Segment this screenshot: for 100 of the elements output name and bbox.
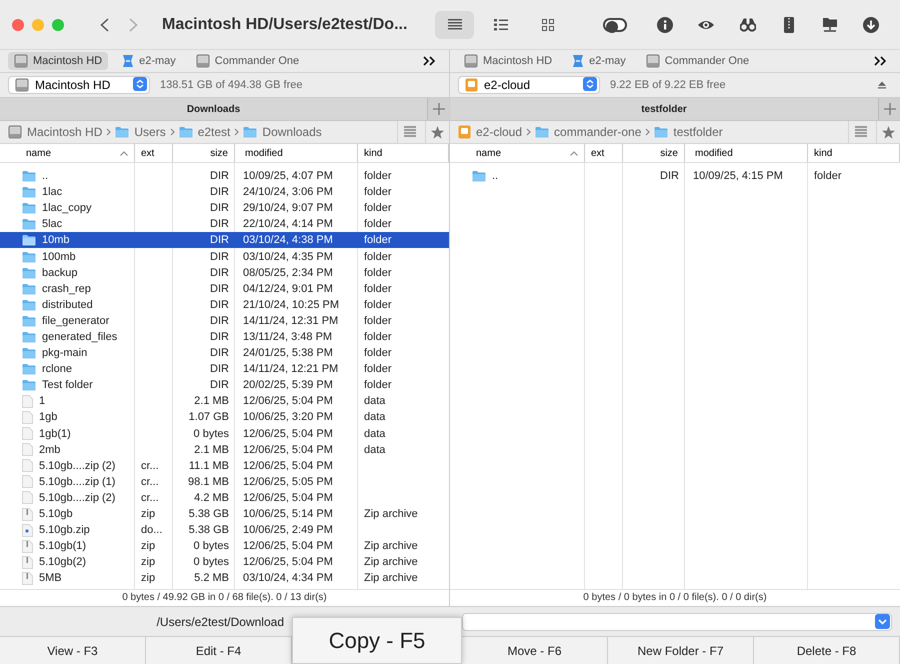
file-row[interactable]: 1 2.1 MB 12/06/25, 5:04 PM data — [0, 393, 449, 410]
chevron-icon — [106, 128, 112, 136]
function-key-button[interactable]: Move - F6 — [462, 637, 608, 664]
file-row[interactable]: 5.10gb zip 5.38 GB 10/06/25, 5:14 PM Zip archive — [0, 506, 449, 522]
file-size: DIR — [210, 330, 229, 343]
toggle-switch[interactable] — [603, 18, 627, 32]
drive-tab[interactable]: Commander One — [190, 52, 306, 70]
close-button[interactable] — [12, 18, 24, 30]
file-size: DIR — [210, 186, 229, 198]
column-header[interactable]: name — [450, 144, 585, 162]
column-header[interactable]: size — [623, 144, 685, 162]
file-row[interactable]: crash_rep DIR 04/12/24, 9:01 PM folder — [0, 280, 449, 297]
breadcrumb-item[interactable]: e2-cloud — [458, 125, 522, 139]
drive-tab[interactable]: Macintosh HD — [8, 52, 108, 70]
drive-select[interactable]: Macintosh HD — [8, 76, 150, 94]
file-name: 1lac — [42, 186, 62, 198]
modified-date: 10/09/25, 4:15 PM — [693, 170, 783, 182]
chevron-icon — [170, 128, 175, 136]
file-row[interactable]: Test folder DIR 20/02/25, 5:39 PM folder — [0, 377, 449, 394]
file-name: 1lac_copy — [42, 202, 92, 214]
file-size: DIR — [210, 250, 229, 263]
file-icon — [22, 443, 33, 456]
file-row[interactable]: rclone DIR 14/11/24, 12:21 PM folder — [0, 361, 449, 378]
file-row[interactable]: .. DIR 10/09/25, 4:07 PM folder — [0, 168, 449, 184]
drive-tab[interactable]: e2-may — [566, 52, 632, 70]
file-row[interactable]: 5MB zip 5.2 MB 03/10/24, 4:34 PM Zip archive — [0, 570, 449, 586]
file-row[interactable]: distributed DIR 21/10/24, 10:25 PM folder — [0, 296, 449, 313]
forward-icon — [129, 18, 138, 32]
breadcrumb-item[interactable]: Users — [115, 125, 166, 139]
column-header[interactable]: ext — [585, 144, 623, 162]
column-header[interactable]: kind — [358, 144, 449, 162]
file-row[interactable]: 1lac_copy DIR 29/10/24, 9:07 PM folder — [0, 200, 449, 216]
breadcrumb-item[interactable]: testfolder — [654, 125, 723, 139]
folder-icon — [22, 250, 36, 263]
download-icon — [863, 16, 880, 32]
function-key-button[interactable]: New Folder - F7 — [608, 637, 754, 664]
function-key-button[interactable]: View - F3 — [0, 637, 146, 664]
file-row[interactable]: 5.10gb....zip (1) cr... 98.1 MB 12/06/25, 5:05 PM — [0, 474, 449, 490]
modified-date: 10/06/25, 5:14 PM — [243, 508, 333, 520]
sort-caret-icon — [570, 150, 578, 156]
file-row[interactable]: 10mb DIR 03/10/24, 4:38 PM folder — [0, 232, 449, 248]
add-tab-button[interactable] — [878, 98, 900, 120]
file-row[interactable]: 5.10gb....zip (2) cr... 11.1 MB 12/06/25, 5:04 PM — [0, 458, 449, 474]
file-name: 5.10gb(1) — [39, 540, 86, 552]
file-icon — [22, 491, 33, 504]
modified-date: 12/06/25, 5:04 PM — [243, 540, 333, 552]
file-extension: do... — [141, 524, 162, 536]
file-row[interactable]: 5.10gb....zip (2) cr... 4.2 MB 12/06/25, 5:04 PM — [0, 490, 449, 506]
column-header[interactable]: name — [0, 144, 135, 162]
add-tab-button[interactable] — [427, 98, 449, 120]
file-row[interactable]: generated_files DIR 13/11/24, 3:48 PM folder — [0, 328, 449, 346]
file-row[interactable]: 5lac DIR 22/10/24, 4:14 PM folder — [0, 216, 449, 232]
breadcrumb-item[interactable]: Downloads — [243, 125, 322, 139]
breadcrumb-item[interactable]: e2test — [178, 125, 230, 139]
panel-title: testfolder — [640, 104, 688, 114]
sort-caret-icon — [120, 150, 128, 156]
function-key-button[interactable]: Delete - F8 — [754, 637, 900, 664]
drive-tab[interactable]: e2-may — [116, 52, 182, 70]
file-row[interactable]: 5.10gb(2) zip 0 bytes 12/06/25, 5:04 PM Zip archive — [0, 554, 449, 570]
column-header[interactable]: kind — [808, 144, 900, 162]
file-row[interactable]: 5.10gb(1) zip 0 bytes 12/06/25, 5:04 PM Zip archive — [0, 538, 449, 554]
drive-select[interactable]: e2-cloud — [458, 76, 600, 94]
star-icon — [882, 126, 895, 138]
file-row[interactable]: backup DIR 08/05/25, 2:34 PM folder — [0, 264, 449, 281]
file-row[interactable]: 100mb DIR 03/10/24, 4:35 PM folder — [0, 248, 449, 265]
breadcrumb-item[interactable]: Macintosh HD — [8, 125, 102, 139]
file-kind: folder — [364, 250, 392, 263]
file-row[interactable]: file_generator DIR 14/11/24, 12:31 PM folder — [0, 312, 449, 329]
folder-icon — [535, 126, 550, 138]
file-row[interactable]: 1lac DIR 24/10/24, 3:06 PM folder — [0, 184, 449, 200]
file-row[interactable]: 1gb(1) 0 bytes 12/06/25, 5:04 PM data — [0, 426, 449, 442]
breadcrumb-item[interactable]: commander-one — [535, 125, 642, 139]
folder-icon — [22, 186, 36, 198]
file-name: backup — [42, 266, 78, 279]
file-row[interactable]: .. DIR 10/09/25, 4:15 PM folder — [450, 168, 900, 184]
column-header[interactable]: ext — [135, 144, 173, 162]
function-key-button[interactable]: Edit - F4 — [146, 637, 292, 664]
file-size: 5.38 GB — [188, 524, 229, 536]
file-kind: folder — [364, 314, 392, 327]
modified-date: 03/10/24, 4:38 PM — [243, 234, 333, 246]
file-name: .. — [42, 170, 48, 182]
column-header[interactable]: size — [173, 144, 235, 162]
column-header[interactable]: modified — [685, 144, 808, 162]
command-input[interactable] — [462, 612, 892, 630]
file-row[interactable]: 1gb 1.07 GB 10/06/25, 3:20 PM data — [0, 409, 449, 426]
file-row[interactable]: 2mb 2.1 MB 12/06/25, 5:04 PM data — [0, 442, 449, 458]
column-header[interactable]: modified — [235, 144, 358, 162]
view-mode-button[interactable] — [435, 10, 474, 38]
binoculars-icon — [740, 16, 756, 32]
file-row[interactable]: pkg-main DIR 24/01/25, 5:38 PM folder — [0, 345, 449, 362]
function-key-button[interactable]: Copy - F5 — [292, 617, 462, 664]
file-row[interactable]: 5.10gb.zip do... 5.38 GB 10/06/25, 2:49 PM — [0, 522, 449, 538]
file-kind: folder — [364, 363, 392, 376]
file-name: 5.10gb....zip (1) — [39, 476, 116, 488]
drive-tab[interactable]: Commander One — [640, 52, 756, 70]
folder-icon — [22, 170, 36, 182]
file-kind: folder — [364, 202, 392, 214]
drive-tab[interactable]: Macintosh HD — [458, 52, 558, 70]
plus-icon — [884, 103, 896, 115]
window-title: Macintosh HD/Users/e2test/Do... — [162, 16, 408, 34]
